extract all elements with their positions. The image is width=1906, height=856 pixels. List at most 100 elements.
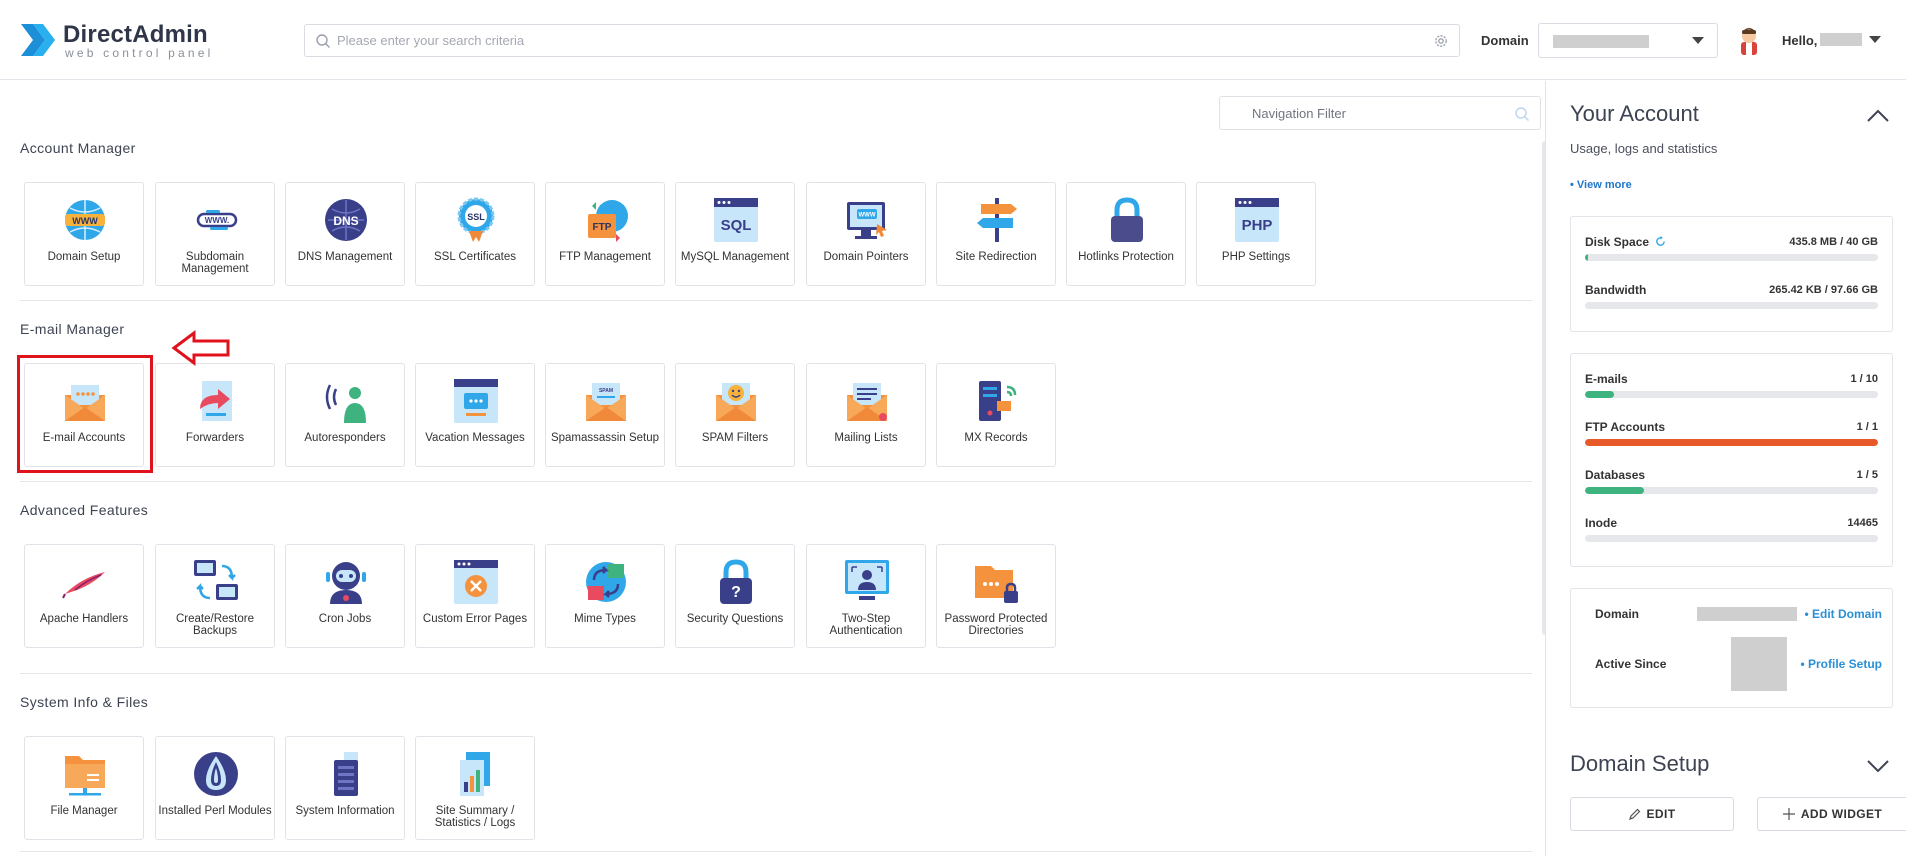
chevron-up-icon[interactable]	[1866, 109, 1890, 123]
subdomain-icon: WWW.	[196, 210, 238, 230]
tile-file-manager[interactable]: File Manager	[24, 736, 144, 840]
svg-text:FTP: FTP	[593, 222, 612, 233]
tile-autoresponders[interactable]: Autoresponders	[285, 363, 405, 467]
profile-setup-link[interactable]: • Profile Setup	[1800, 657, 1882, 671]
tile-password-protected-directories[interactable]: Password Protected Directories	[936, 544, 1056, 648]
perl-onion-icon	[194, 752, 238, 796]
left-arrow-icon	[171, 330, 230, 366]
tile-mailing-lists[interactable]: Mailing Lists	[806, 363, 926, 467]
pencil-icon	[1628, 808, 1640, 820]
logo-tagline: web control panel	[65, 46, 214, 60]
refresh-icon[interactable]	[1655, 236, 1666, 247]
tile-installed-perl-modules[interactable]: Installed Perl Modules	[155, 736, 275, 840]
tile-label: System Information	[295, 805, 395, 817]
search-input[interactable]	[337, 25, 1417, 56]
server-tower-icon	[334, 752, 358, 796]
stat-label-text: Disk Space	[1585, 235, 1650, 249]
tile-cron-jobs[interactable]: Cron Jobs	[285, 544, 405, 648]
tile-label: SPAM Filters	[701, 432, 769, 444]
tile-label: Hotlinks Protection	[1078, 251, 1174, 263]
add-widget-button[interactable]: ADD WIDGET	[1757, 797, 1906, 831]
user-avatar-icon[interactable]	[1737, 25, 1761, 55]
vacation-message-icon	[454, 379, 498, 423]
tile-label: Apache Handlers	[39, 613, 129, 625]
chevron-down-icon[interactable]	[1866, 759, 1890, 773]
svg-text:PHP: PHP	[1242, 217, 1273, 234]
tile-create-restore-backups[interactable]: Create/Restore Backups	[155, 544, 275, 648]
tile-label: Password Protected Directories	[944, 613, 1048, 637]
apache-feather-icon	[62, 572, 105, 599]
tile-label: Site Redirection	[955, 251, 1037, 263]
domain-select[interactable]	[1538, 23, 1718, 58]
progress-fill	[1585, 487, 1644, 494]
tile-mysql-management[interactable]: SQL MySQL Management	[675, 182, 795, 286]
tile-apache-handlers[interactable]: Apache Handlers	[24, 544, 144, 648]
tile-custom-error-pages[interactable]: Custom Error Pages	[415, 544, 535, 648]
svg-text:DNS: DNS	[333, 214, 358, 228]
stat-value: 14465	[1847, 517, 1878, 529]
directadmin-logo-icon	[21, 24, 55, 56]
directadmin-logo[interactable]: DirectAdmin web control panel	[19, 18, 219, 62]
tile-hotlinks-protection[interactable]: Hotlinks Protection	[1066, 182, 1186, 286]
navigation-filter-input[interactable]	[1252, 97, 1512, 129]
edit-domain-link[interactable]: • Edit Domain	[1804, 607, 1882, 621]
redacted-active-since-value	[1731, 637, 1787, 691]
tile-mime-types[interactable]: Mime Types	[545, 544, 665, 648]
tile-subdomain-management[interactable]: WWW. Subdomain Management	[155, 182, 275, 286]
progress-bar	[1585, 391, 1878, 398]
tile-ftp-management[interactable]: FTP FTP Management	[545, 182, 665, 286]
user-greeting[interactable]: Hello,	[1782, 33, 1817, 48]
tile-mx-records[interactable]: MX Records	[936, 363, 1056, 467]
tile-domain-setup[interactable]: WWW Domain Setup	[24, 182, 144, 286]
tile-email-accounts[interactable]: E-mail Accounts	[24, 363, 144, 467]
tile-php-settings[interactable]: PHP PHP Settings	[1196, 182, 1316, 286]
view-more-link[interactable]: • View more	[1570, 179, 1632, 191]
section-divider	[20, 851, 1532, 852]
dns-globe-icon: DNS	[325, 199, 367, 241]
forward-document-icon	[200, 381, 232, 421]
tile-security-questions[interactable]: ? Security Questions	[675, 544, 795, 648]
tile-system-information[interactable]: System Information	[285, 736, 405, 840]
your-account-title: Your Account	[1570, 101, 1699, 126]
envelope-icon	[65, 385, 105, 421]
tile-domain-pointers[interactable]: WWW Domain Pointers	[806, 182, 926, 286]
tile-two-step-authentication[interactable]: Two-Step Authentication	[806, 544, 926, 648]
gear-icon[interactable]	[1433, 33, 1449, 49]
sql-database-icon: SQL	[714, 198, 758, 242]
tile-spam-filters[interactable]: SPAM Filters	[675, 363, 795, 467]
user-menu-chevron-icon[interactable]	[1869, 36, 1881, 43]
tile-dns-management[interactable]: DNS DNS Management	[285, 182, 405, 286]
navigation-filter[interactable]	[1219, 96, 1541, 130]
tile-label: Vacation Messages	[425, 432, 525, 444]
redacted-domain-value	[1697, 607, 1797, 621]
tile-label: Subdomain Management	[181, 251, 249, 275]
padlock-icon	[1111, 197, 1143, 242]
domain-row-label: Domain	[1595, 607, 1640, 621]
progress-fill	[1585, 439, 1878, 446]
edit-button[interactable]: EDIT	[1570, 797, 1734, 831]
svg-text:WWW.: WWW.	[205, 216, 229, 225]
section-title-email-manager: E-mail Manager	[20, 321, 125, 337]
tile-vacation-messages[interactable]: Vacation Messages	[415, 363, 535, 467]
global-search[interactable]	[304, 24, 1460, 57]
tile-ssl-certificates[interactable]: SSL SSL Certificates	[415, 182, 535, 286]
redacted-domain	[1553, 35, 1649, 48]
tile-label: Security Questions	[686, 613, 784, 625]
mx-server-icon	[979, 381, 1017, 421]
tile-spamassassin-setup[interactable]: SPAM Spamassassin Setup	[545, 363, 665, 467]
tile-site-summary[interactable]: Site Summary / Statistics / Logs	[415, 736, 535, 840]
stat-label: Disk Space	[1585, 235, 1666, 249]
stat-inode: Inode 14465	[1585, 516, 1878, 554]
tile-label: E-mail Accounts	[42, 432, 126, 444]
top-bar: DirectAdmin web control panel Domain Hel…	[0, 0, 1906, 80]
logo-name: DirectAdmin	[63, 21, 208, 48]
tile-site-redirection[interactable]: Site Redirection	[936, 182, 1056, 286]
tile-label: Forwarders	[185, 432, 245, 444]
stat-label: Bandwidth	[1585, 283, 1647, 297]
tile-forwarders[interactable]: Forwarders	[155, 363, 275, 467]
svg-text:SPAM: SPAM	[599, 388, 613, 394]
stat-databases: Databases 1 / 5	[1585, 468, 1878, 506]
redacted-username	[1820, 33, 1862, 46]
stat-label: FTP Accounts	[1585, 420, 1666, 434]
domain-pointer-icon: WWW	[847, 202, 887, 239]
